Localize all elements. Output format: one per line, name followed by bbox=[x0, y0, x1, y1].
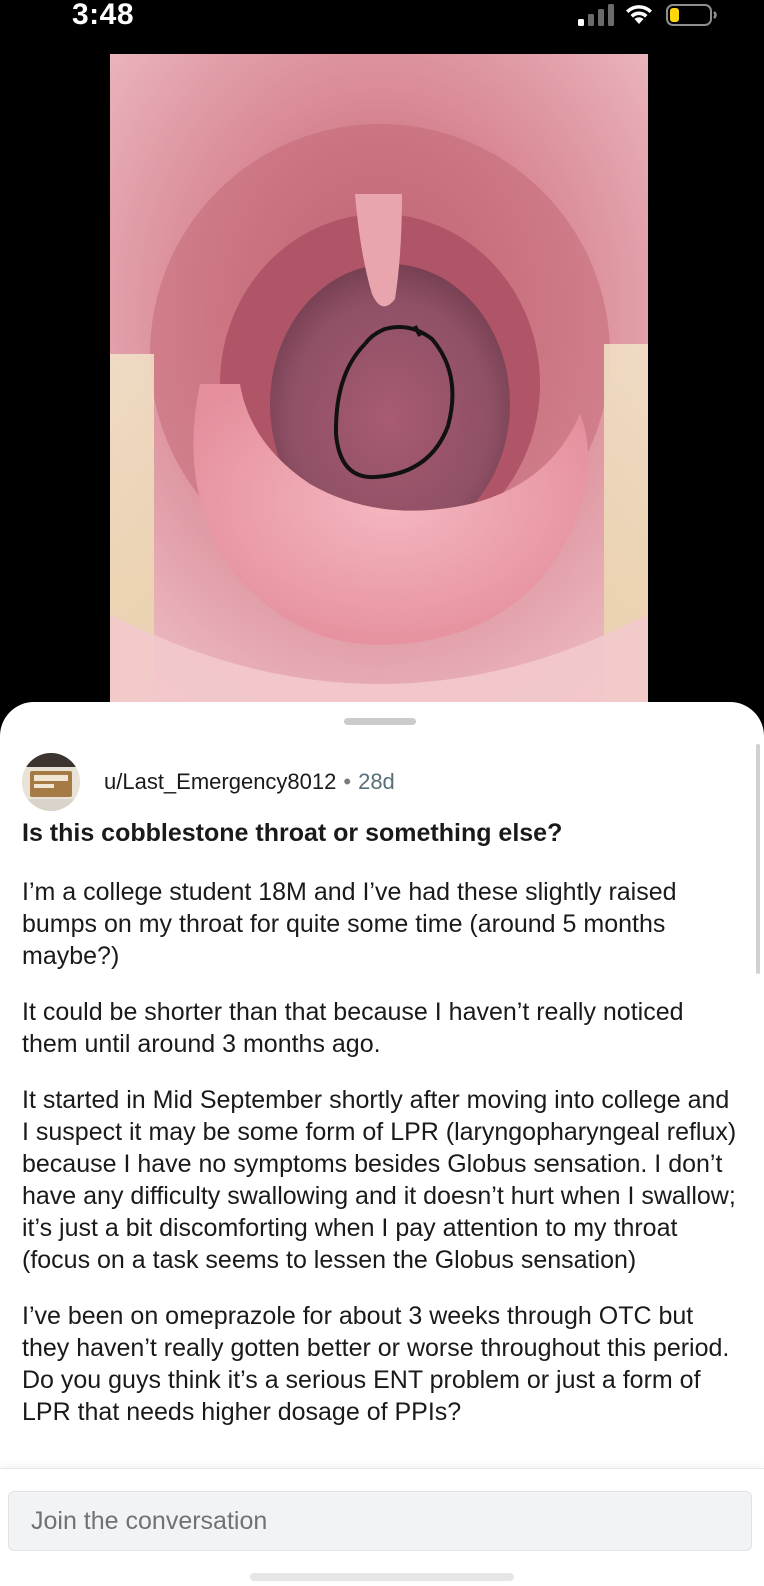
post-meta: u/Last_Emergency8012 • 28d bbox=[104, 769, 395, 795]
post-body: I’m a college student 18M and I’ve had t… bbox=[22, 876, 742, 1452]
home-indicator bbox=[250, 1573, 514, 1581]
cellular-signal-icon bbox=[578, 4, 614, 26]
status-bar: 3:48 bbox=[0, 0, 764, 36]
post-paragraph: I’ve been on omeprazole for about 3 week… bbox=[22, 1302, 730, 1426]
meta-separator: • bbox=[343, 769, 352, 794]
post-sheet: u/Last_Emergency8012 • 28d Is this cobbl… bbox=[0, 702, 764, 1586]
status-time: 3:48 bbox=[72, 0, 135, 31]
post-paragraph: It started in Mid September shortly afte… bbox=[22, 1086, 737, 1274]
post-title: Is this cobblestone throat or something … bbox=[22, 819, 563, 847]
post-age: 28d bbox=[358, 769, 395, 794]
avatar[interactable] bbox=[22, 753, 80, 811]
throat-photo-illustration bbox=[110, 54, 648, 704]
battery-icon bbox=[666, 4, 717, 26]
author-username[interactable]: u/Last_Emergency8012 bbox=[104, 769, 336, 795]
wifi-icon bbox=[626, 5, 652, 24]
comment-composer: Join the conversation bbox=[0, 1468, 764, 1586]
sheet-grabber-handle[interactable] bbox=[344, 718, 416, 725]
post-image[interactable] bbox=[110, 54, 648, 704]
join-conversation-input[interactable]: Join the conversation bbox=[8, 1491, 752, 1551]
post-paragraph: I’m a college student 18M and I’ve had t… bbox=[22, 878, 677, 970]
post-header: u/Last_Emergency8012 • 28d bbox=[22, 752, 395, 812]
post-paragraph: It could be shorter than that because I … bbox=[22, 998, 684, 1058]
scrollbar[interactable] bbox=[756, 744, 760, 974]
